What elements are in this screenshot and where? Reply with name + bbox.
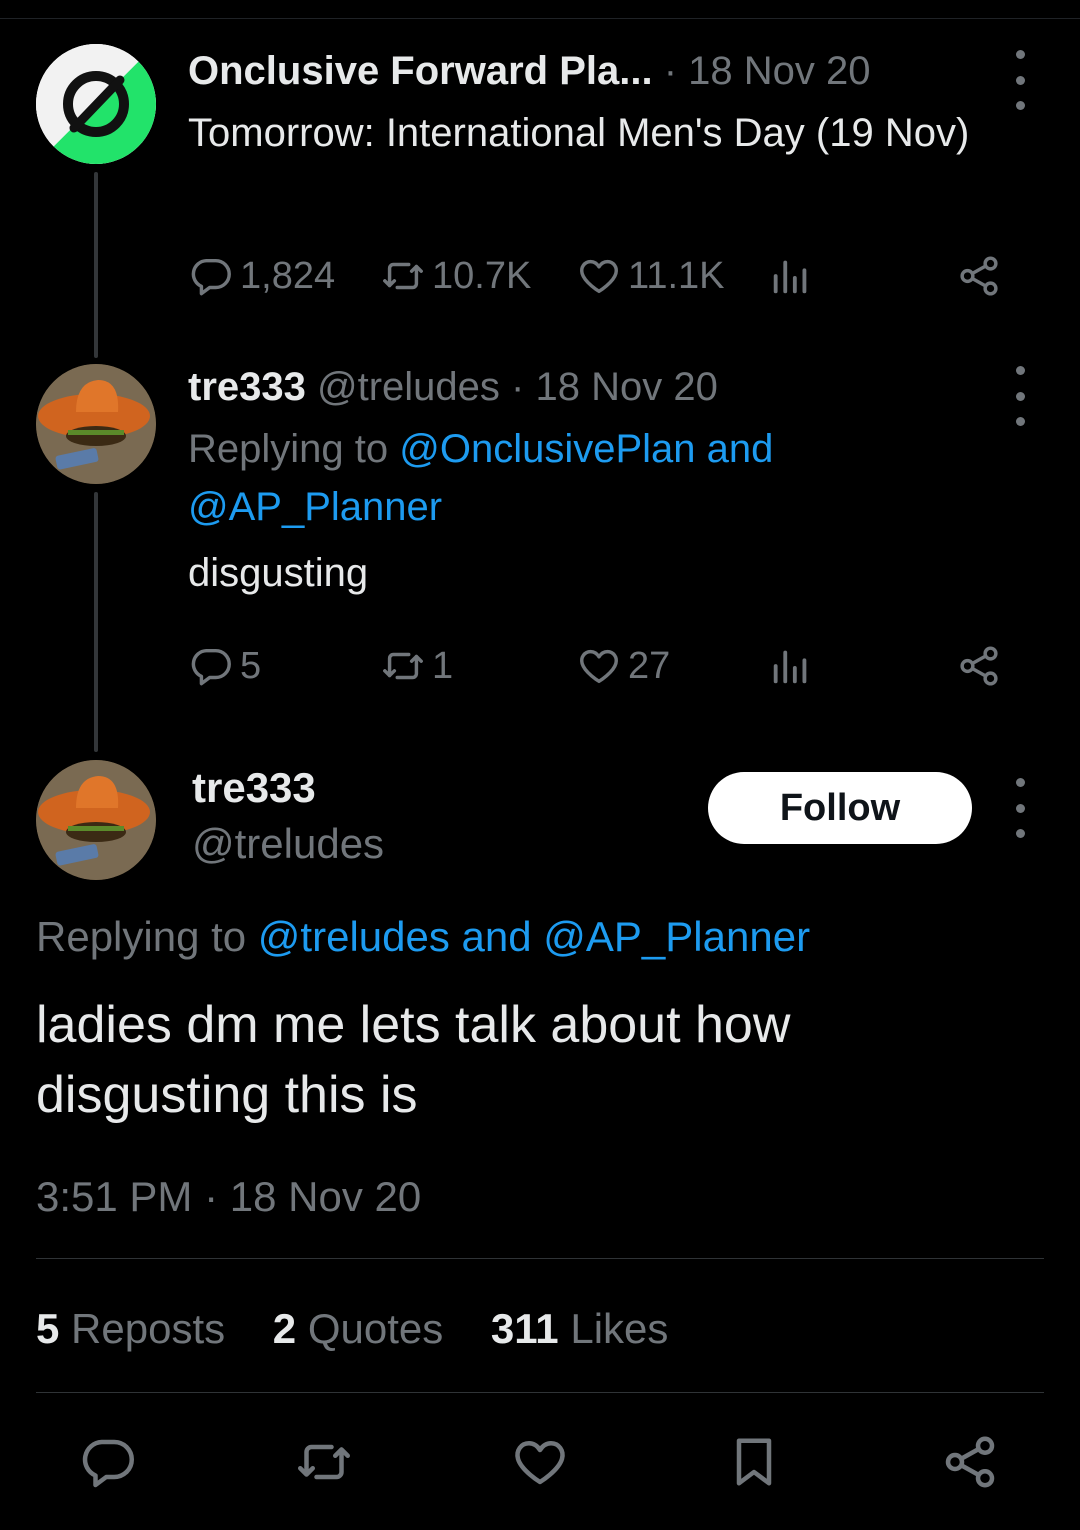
replying-mentions[interactable]: @treludes and @AP_Planner [258, 913, 810, 960]
like-count: 11.1K [628, 254, 725, 297]
likes-label[interactable]: Likes [570, 1305, 668, 1352]
main-action-bar [0, 1430, 1080, 1500]
like-icon [576, 643, 622, 689]
repost-icon [380, 253, 426, 299]
reply-icon [78, 1432, 138, 1492]
share-button[interactable] [956, 636, 1002, 696]
main-replying-to: Replying to @treludes and @AP_Planner [36, 908, 810, 966]
share-icon [940, 1432, 1000, 1492]
reposts-count[interactable]: 5 [36, 1305, 59, 1352]
thread-connector [94, 172, 98, 358]
top-divider [0, 18, 1080, 19]
reply-icon [188, 643, 234, 689]
tweet-actions: 5 1 27 [188, 636, 1046, 696]
tweet-text: disgusting [188, 551, 369, 595]
bookmark-icon [724, 1432, 784, 1492]
repost-icon [380, 643, 426, 689]
treludes-avatar[interactable] [36, 364, 156, 484]
thread-tweet-2[interactable]: tre333 @treludes · 18 Nov 20 Replying to… [36, 360, 1046, 752]
tweet-header: tre333 @treludes · 18 Nov 20 [188, 360, 1046, 414]
views-icon [768, 643, 814, 689]
share-button[interactable] [938, 1430, 1002, 1494]
engagement-stats: 5 Reposts 2 Quotes 311 Likes [36, 1300, 704, 1358]
hat-burger-avatar-icon [36, 760, 156, 880]
replying-prefix: Replying to [188, 427, 389, 471]
reply-button[interactable]: 1,824 [188, 246, 335, 306]
repost-button[interactable]: 1 [380, 636, 453, 696]
views-icon [768, 253, 814, 299]
repost-count: 10.7K [432, 254, 532, 297]
tweet-actions: 1,824 10.7K 11.1K [188, 246, 1046, 306]
main-handle[interactable]: @treludes [192, 816, 384, 872]
tweet-header: Onclusive Forward Pla... · 18 Nov 20 [188, 44, 1046, 98]
replying-to: Replying to @OnclusivePlan and @AP_Plann… [188, 420, 888, 536]
tweet-date[interactable]: · 18 Nov 20 [511, 365, 718, 409]
display-name[interactable]: tre333 [188, 365, 306, 409]
replying-prefix: Replying to [36, 913, 247, 960]
quotes-label[interactable]: Quotes [308, 1305, 443, 1352]
divider [36, 1258, 1044, 1259]
views-button[interactable] [768, 636, 814, 696]
quotes-count[interactable]: 2 [273, 1305, 296, 1352]
share-icon [956, 643, 1002, 689]
more-icon[interactable] [1010, 778, 1030, 838]
reply-icon [188, 253, 234, 299]
display-name[interactable]: Onclusive Forward Pla... [188, 49, 653, 93]
onclusive-logo-icon [36, 44, 156, 164]
onclusive-avatar[interactable] [36, 44, 156, 164]
tweet-text: Tomorrow: International Men's Day (19 No… [188, 111, 970, 155]
main-avatar[interactable] [36, 760, 156, 880]
share-button[interactable] [956, 246, 1002, 306]
likes-count[interactable]: 311 [491, 1305, 559, 1352]
like-button[interactable]: 11.1K [576, 246, 724, 306]
repost-count: 1 [432, 644, 454, 687]
tweet-date[interactable]: · 18 Nov 20 [664, 49, 871, 93]
like-icon [576, 253, 622, 299]
repost-button[interactable] [292, 1430, 356, 1494]
main-user-block: tre333 @treludes [192, 760, 384, 872]
repost-icon [294, 1432, 354, 1492]
share-icon [956, 253, 1002, 299]
reply-button[interactable] [76, 1430, 140, 1494]
thread-connector [94, 492, 98, 752]
more-icon[interactable] [1010, 366, 1030, 426]
like-icon [510, 1432, 570, 1492]
main-tweet-text: ladies dm me lets talk about how disgust… [36, 996, 791, 1124]
like-button[interactable] [508, 1430, 572, 1494]
like-button[interactable]: 27 [576, 636, 670, 696]
more-icon[interactable] [1010, 50, 1030, 110]
reposts-label[interactable]: Reposts [71, 1305, 225, 1352]
reply-count: 5 [240, 644, 262, 687]
repost-button[interactable]: 10.7K [380, 246, 531, 306]
reply-button[interactable]: 5 [188, 636, 261, 696]
thread-tweet-1[interactable]: Onclusive Forward Pla... · 18 Nov 20 Tom… [36, 44, 1046, 358]
hat-burger-avatar-icon [36, 364, 156, 484]
handle[interactable]: @treludes [317, 365, 500, 409]
follow-button[interactable]: Follow [708, 772, 972, 844]
main-display-name[interactable]: tre333 [192, 760, 384, 816]
main-timestamp[interactable]: 3:51 PM · 18 Nov 20 [36, 1168, 421, 1226]
reply-count: 1,824 [240, 254, 336, 297]
divider [36, 1392, 1044, 1393]
like-count: 27 [628, 644, 671, 687]
views-button[interactable] [768, 246, 814, 306]
bookmark-button[interactable] [722, 1430, 786, 1494]
